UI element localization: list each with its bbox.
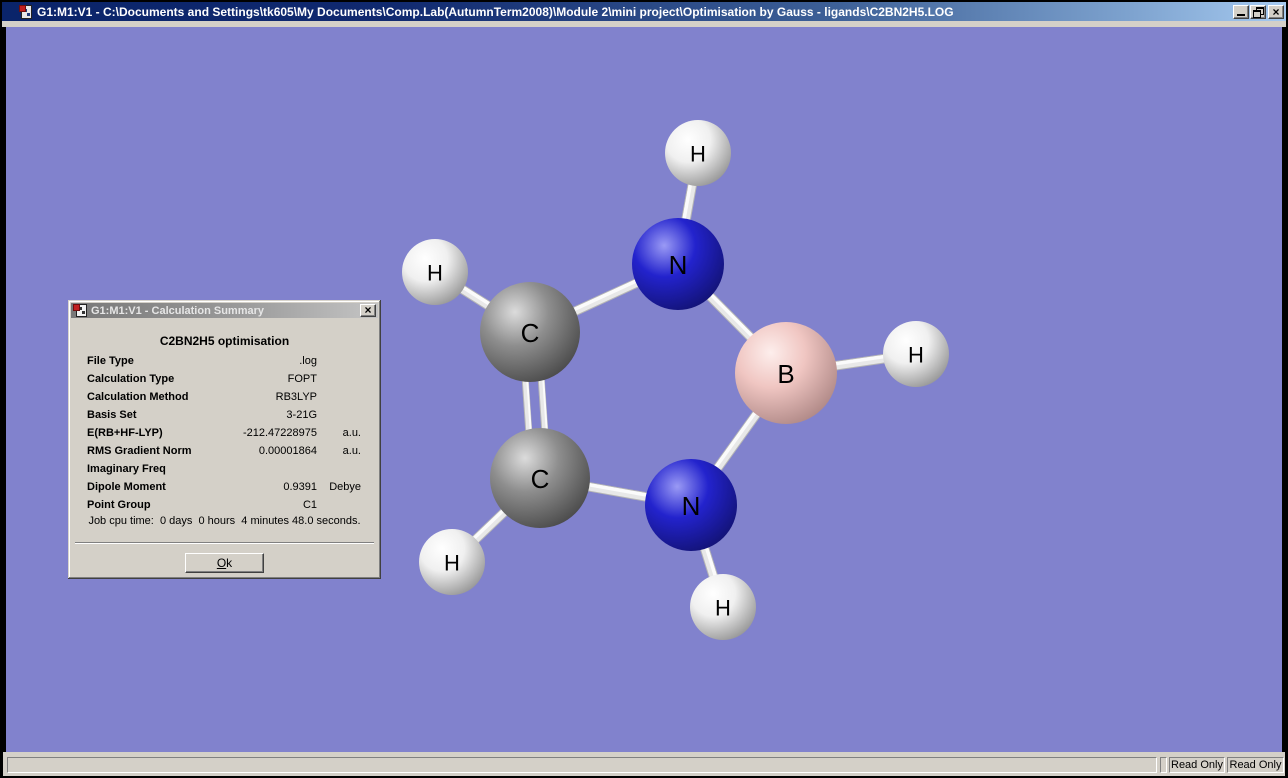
summary-row-label: Basis Set bbox=[87, 409, 137, 421]
dialog-title: G1:M1:V1 - Calculation Summary bbox=[91, 305, 264, 317]
dialog-titlebar[interactable]: G1:M1:V1 - Calculation Summary × bbox=[71, 303, 378, 318]
atom-label-H-9: H bbox=[444, 551, 460, 576]
summary-row: Dipole Moment 0.9391 Debye bbox=[68, 478, 381, 496]
summary-row-label: Imaginary Freq bbox=[87, 463, 166, 475]
summary-row-value: 0.00001864 bbox=[193, 445, 317, 457]
summary-row-value: 0.9391 bbox=[193, 481, 317, 493]
window-titlebar[interactable]: G1:M1:V1 - C:\Documents and Settings\tk6… bbox=[2, 2, 1286, 21]
summary-row-unit: a.u. bbox=[321, 427, 361, 439]
dialog-close-button[interactable]: × bbox=[360, 304, 376, 317]
summary-row-value: C1 bbox=[193, 499, 317, 511]
close-icon: × bbox=[361, 303, 375, 317]
summary-row-label: Dipole Moment bbox=[87, 481, 166, 493]
minimize-button[interactable] bbox=[1233, 5, 1249, 19]
summary-row-label: Point Group bbox=[87, 499, 151, 511]
close-button[interactable]: × bbox=[1268, 5, 1284, 19]
status-bar: Read Only Read Only bbox=[3, 752, 1285, 776]
summary-row: Point Group C1 bbox=[68, 496, 381, 514]
gaussview-screen: G1:M1:V1 - C:\Documents and Settings\tk6… bbox=[0, 0, 1288, 778]
calculation-summary-dialog: G1:M1:V1 - Calculation Summary × C2BN2H5… bbox=[68, 300, 381, 579]
atom-label-N-6: N bbox=[682, 491, 701, 521]
summary-row-label: File Type bbox=[87, 355, 134, 367]
summary-row: RMS Gradient Norm0.00001864 a.u. bbox=[68, 442, 381, 460]
read-only-badge-right: Read Only bbox=[1227, 757, 1284, 773]
summary-row-unit: a.u. bbox=[321, 445, 361, 457]
ok-button[interactable]: Ok bbox=[185, 553, 264, 573]
atom-label-H-7: H bbox=[715, 596, 731, 621]
summary-row: File Type .log bbox=[68, 352, 381, 370]
summary-row: Basis Set 3-21G bbox=[68, 406, 381, 424]
summary-rows: File Type.logCalculation TypeFOPTCalcula… bbox=[68, 352, 381, 514]
summary-row: E(RB+HF-LYP) -212.47228975 a.u. bbox=[68, 424, 381, 442]
close-icon: × bbox=[1269, 5, 1283, 19]
gaussview-app-icon bbox=[19, 5, 32, 19]
status-message-field bbox=[7, 757, 1157, 773]
summary-row-unit: Debye bbox=[321, 481, 361, 493]
atom-label-C-8: C bbox=[531, 464, 550, 494]
summary-row-value: -212.47228975 bbox=[193, 427, 317, 439]
summary-row: Imaginary Freq bbox=[68, 460, 381, 478]
summary-row-label: RMS Gradient Norm bbox=[87, 445, 192, 457]
summary-row-label: E(RB+HF-LYP) bbox=[87, 427, 163, 439]
summary-row-label: Calculation Method bbox=[87, 391, 188, 403]
job-cpu-time: Job cpu time: 0 days 0 hours 4 minutes 4… bbox=[68, 515, 381, 527]
read-only-badge-left: Read Only bbox=[1169, 757, 1225, 773]
summary-row-value: .log bbox=[193, 355, 317, 367]
dialog-separator bbox=[75, 542, 374, 544]
restore-button[interactable] bbox=[1250, 5, 1266, 19]
atom-label-B-4: B bbox=[777, 359, 794, 389]
minimize-icon bbox=[1237, 14, 1245, 16]
atom-label-H-0: H bbox=[690, 142, 706, 167]
atom-label-H-3: H bbox=[427, 261, 443, 286]
summary-row-value: 3-21G bbox=[193, 409, 317, 421]
summary-row-label: Calculation Type bbox=[87, 373, 174, 385]
window-title: G1:M1:V1 - C:\Documents and Settings\tk6… bbox=[37, 5, 1233, 19]
summary-row-value: FOPT bbox=[193, 373, 317, 385]
status-separator-panel bbox=[1160, 757, 1167, 773]
dialog-heading: C2BN2H5 optimisation bbox=[68, 334, 381, 348]
window-controls: × bbox=[1233, 5, 1284, 19]
summary-row-value: RB3LYP bbox=[193, 391, 317, 403]
atom-label-H-5: H bbox=[908, 343, 924, 368]
summary-row: Calculation Type FOPT bbox=[68, 370, 381, 388]
atom-label-C-2: C bbox=[521, 318, 540, 348]
atom-label-N-1: N bbox=[669, 250, 688, 280]
gaussview-doc-icon bbox=[73, 304, 87, 317]
summary-row: Calculation Method RB3LYP bbox=[68, 388, 381, 406]
